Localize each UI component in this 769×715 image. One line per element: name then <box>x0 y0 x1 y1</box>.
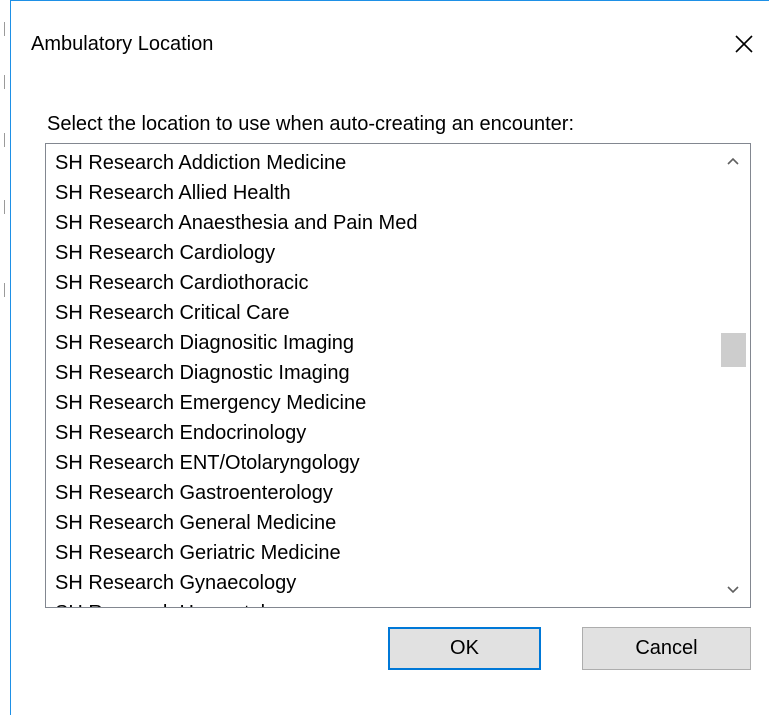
close-icon <box>735 35 753 53</box>
list-item[interactable]: SH Research General Medicine <box>46 508 718 538</box>
list-item[interactable]: SH Research Cardiothoracic <box>46 268 718 298</box>
list-item[interactable]: SH Research Addiction Medicine <box>46 148 718 178</box>
list-item[interactable]: SH Research Endocrinology <box>46 418 718 448</box>
cancel-button[interactable]: Cancel <box>582 627 751 670</box>
ok-button[interactable]: OK <box>388 627 541 670</box>
edge-mark <box>4 75 5 89</box>
location-listbox[interactable]: SH Research Addiction Medicine SH Researc… <box>45 143 751 608</box>
vertical-scrollbar[interactable] <box>716 144 750 607</box>
chevron-down-icon <box>727 586 739 594</box>
list-item[interactable]: SH Research Emergency Medicine <box>46 388 718 418</box>
close-button[interactable] <box>722 26 766 62</box>
edge-mark <box>4 22 5 36</box>
scroll-up-button[interactable] <box>716 144 750 178</box>
ambulatory-location-dialog: Ambulatory Location Select the location … <box>0 0 769 715</box>
list-item[interactable]: SH Research Allied Health <box>46 178 718 208</box>
list-item[interactable]: SH Research ENT/Otolaryngology <box>46 448 718 478</box>
list-item[interactable]: SH Research Cardiology <box>46 238 718 268</box>
list-item[interactable]: SH Research Haematology <box>46 598 718 607</box>
dialog-title: Ambulatory Location <box>31 33 214 55</box>
list-item[interactable]: SH Research Gynaecology <box>46 568 718 598</box>
location-prompt: Select the location to use when auto-cre… <box>47 113 575 135</box>
window-top-border <box>11 0 769 1</box>
chevron-up-icon <box>727 157 739 165</box>
list-item[interactable]: SH Research Diagnostic Imaging <box>46 358 718 388</box>
list-item[interactable]: SH Research Gastroenterology <box>46 478 718 508</box>
background-window-edge <box>0 0 11 715</box>
list-item[interactable]: SH Research Critical Care <box>46 298 718 328</box>
list-item[interactable]: SH Research Diagnositic Imaging <box>46 328 718 358</box>
edge-mark <box>4 133 5 147</box>
scroll-thumb[interactable] <box>721 333 746 367</box>
edge-mark <box>4 200 5 214</box>
list-item[interactable]: SH Research Anaesthesia and Pain Med <box>46 208 718 238</box>
list-item[interactable]: SH Research Geriatric Medicine <box>46 538 718 568</box>
edge-mark <box>4 283 5 297</box>
location-list: SH Research Addiction Medicine SH Researc… <box>46 144 718 607</box>
scroll-down-button[interactable] <box>716 573 750 607</box>
